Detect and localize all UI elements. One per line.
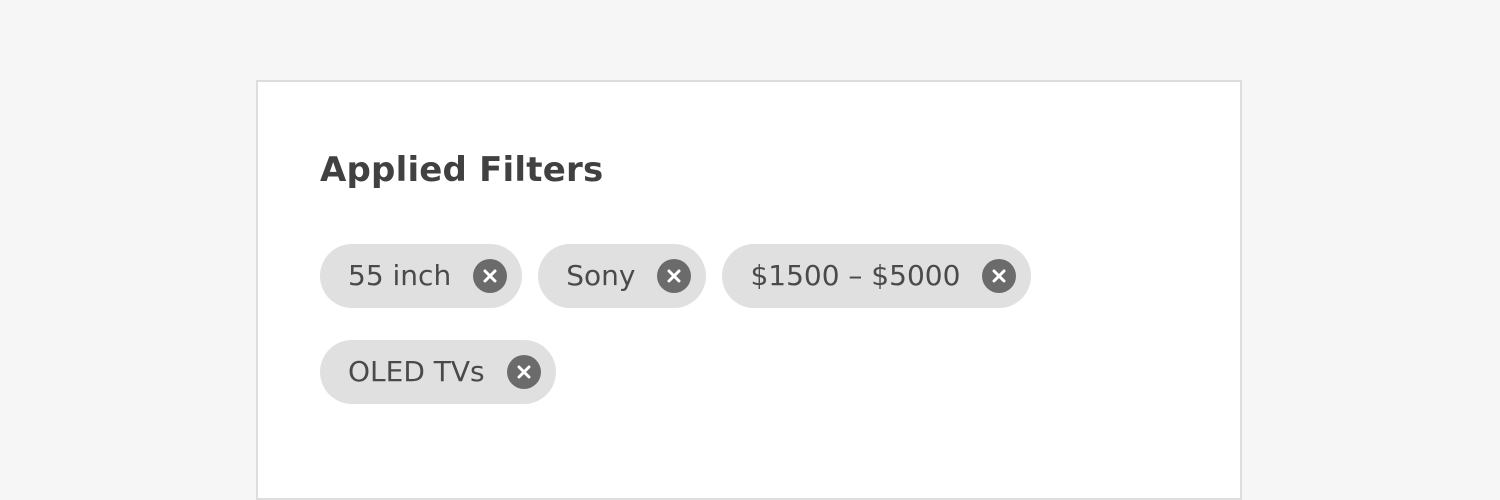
filter-chip-price-range[interactable]: $1500 – $5000 xyxy=(722,244,1032,308)
close-icon[interactable] xyxy=(473,259,508,293)
filter-chip-list: 55 inch Sony $1500 – $5000 OLED TVs xyxy=(320,244,1080,404)
filter-chip-label: Sony xyxy=(566,259,636,292)
close-icon[interactable] xyxy=(506,355,541,389)
close-icon[interactable] xyxy=(657,259,692,293)
filter-chip-label: $1500 – $5000 xyxy=(750,259,961,292)
filter-chip-oled-tvs[interactable]: OLED TVs xyxy=(320,340,556,404)
applied-filters-title: Applied Filters xyxy=(320,150,604,190)
filter-chip-label: 55 inch xyxy=(348,259,452,292)
filter-chip-55-inch[interactable]: 55 inch xyxy=(320,244,523,308)
filter-chip-label: OLED TVs xyxy=(348,355,485,388)
filter-chip-sony[interactable]: Sony xyxy=(538,244,707,308)
close-icon[interactable] xyxy=(982,259,1017,293)
applied-filters-panel: Applied Filters 55 inch Sony $1500 – $50… xyxy=(256,80,1242,500)
